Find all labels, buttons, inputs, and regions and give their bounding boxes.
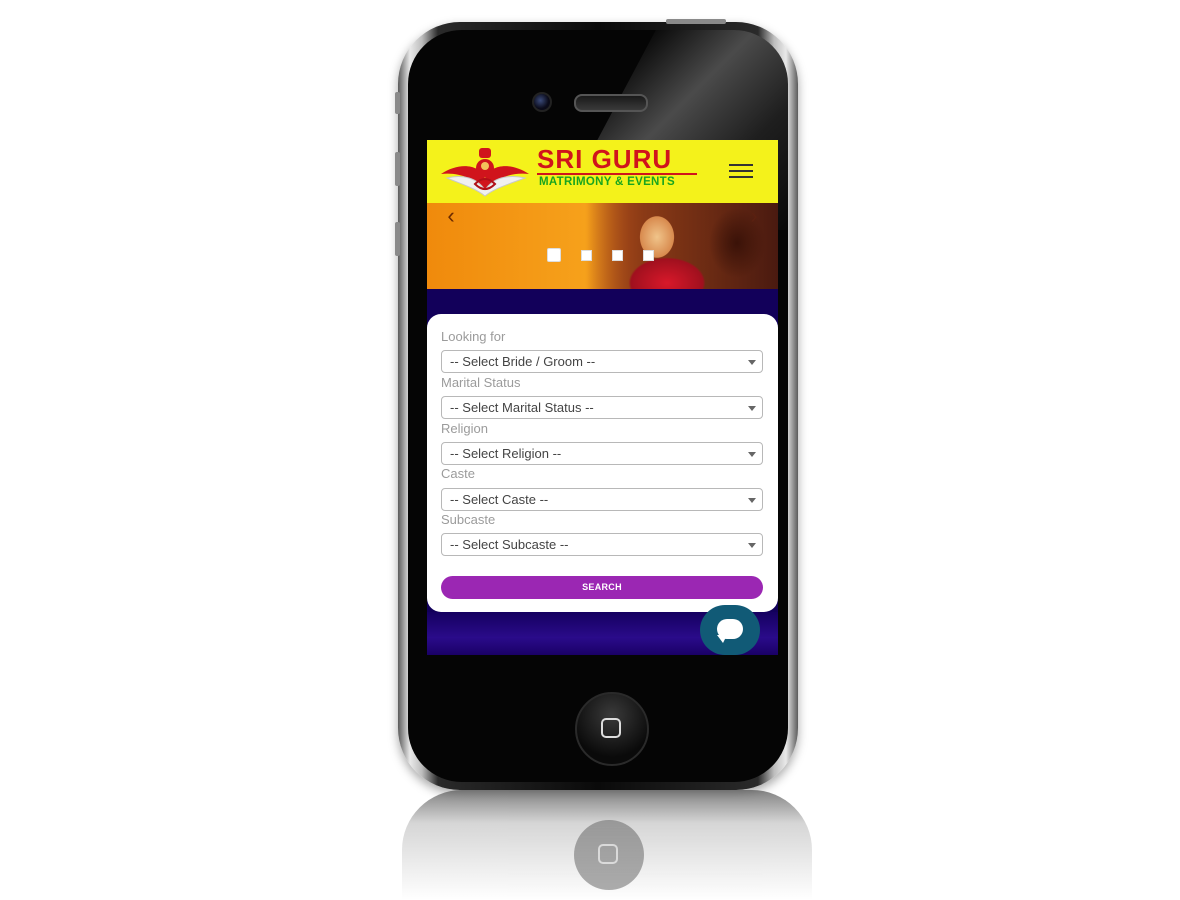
brand-title: SRI GURU <box>537 144 673 174</box>
religion-value: -- Select Religion -- <box>450 446 562 461</box>
caste-label: Caste <box>441 466 475 481</box>
looking-for-label: Looking for <box>441 329 506 344</box>
dropdown-caret-icon <box>748 498 756 503</box>
home-square-icon <box>601 718 621 738</box>
search-button[interactable]: SEARCH <box>441 576 763 599</box>
volume-down-button <box>395 222 400 256</box>
chat-button[interactable] <box>700 605 760 655</box>
carousel-dot-1[interactable] <box>547 248 561 262</box>
home-button[interactable] <box>575 692 649 766</box>
front-camera <box>532 92 552 112</box>
dropdown-caret-icon <box>748 543 756 548</box>
dropdown-caret-icon <box>748 406 756 411</box>
site-header: SRI GURU MATRIMONY & EVENTS <box>427 140 778 203</box>
phone-screen: SRI GURU MATRIMONY & EVENTS ‹ › Looking … <box>427 140 778 655</box>
caste-select[interactable]: -- Select Caste -- <box>441 488 763 511</box>
hero-carousel: ‹ › <box>427 203 778 289</box>
power-button <box>666 19 726 24</box>
earpiece-speaker <box>574 94 648 112</box>
carousel-dot-3[interactable] <box>612 250 623 261</box>
carousel-dot-2[interactable] <box>581 250 592 261</box>
marital-status-value: -- Select Marital Status -- <box>450 400 594 415</box>
chat-bubble-tail <box>717 635 727 643</box>
looking-for-value: -- Select Bride / Groom -- <box>450 354 596 369</box>
caste-value: -- Select Caste -- <box>450 492 549 507</box>
marital-status-label: Marital Status <box>441 375 521 390</box>
reflected-home-square-icon <box>598 844 618 864</box>
search-form-card: Looking for -- Select Bride / Groom -- M… <box>427 314 778 612</box>
carousel-prev-icon[interactable]: ‹ <box>437 203 465 229</box>
volume-up-button <box>395 152 400 186</box>
carousel-next-icon[interactable]: › <box>740 203 768 229</box>
carousel-indicators <box>547 248 654 262</box>
dropdown-caret-icon <box>748 360 756 365</box>
religion-label: Religion <box>441 421 488 436</box>
mute-switch <box>395 92 400 114</box>
subcaste-value: -- Select Subcaste -- <box>450 537 569 552</box>
hamburger-menu-icon[interactable] <box>729 160 753 180</box>
marital-status-select[interactable]: -- Select Marital Status -- <box>441 396 763 419</box>
dropdown-caret-icon <box>748 452 756 457</box>
subcaste-label: Subcaste <box>441 512 496 527</box>
carousel-dot-4[interactable] <box>643 250 654 261</box>
subcaste-select[interactable]: -- Select Subcaste -- <box>441 533 763 556</box>
looking-for-select[interactable]: -- Select Bride / Groom -- <box>441 350 763 373</box>
reflected-home-button <box>574 820 644 890</box>
religion-select[interactable]: -- Select Religion -- <box>441 442 763 465</box>
phone-reflection <box>402 790 812 900</box>
brand-subtitle: MATRIMONY & EVENTS <box>539 176 675 188</box>
brand-underline <box>537 173 697 175</box>
brand-logo-icon <box>441 148 529 197</box>
